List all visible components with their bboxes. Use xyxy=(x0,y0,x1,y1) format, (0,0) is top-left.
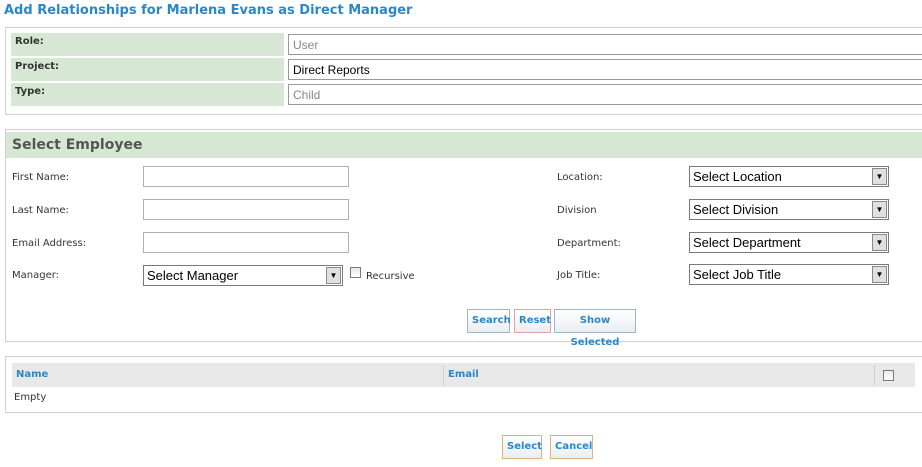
grid-empty-message: Empty xyxy=(14,392,47,403)
select-employee-header: Select Employee xyxy=(6,132,922,158)
project-label: Project: xyxy=(11,58,284,81)
last-name-label: Last Name: xyxy=(12,205,69,216)
division-select[interactable]: Select Division ▼ xyxy=(689,199,889,220)
first-name-label: First Name: xyxy=(12,172,70,183)
type-field: Child xyxy=(288,84,922,105)
show-selected-button[interactable]: Show Selected xyxy=(554,309,636,348)
role-label: Role: xyxy=(11,33,284,56)
job-title-select-value: Select Job Title xyxy=(693,267,782,282)
department-select[interactable]: Select Department ▼ xyxy=(689,232,889,253)
location-select-value: Select Location xyxy=(693,169,782,184)
type-label: Type: xyxy=(11,83,284,106)
email-address-input[interactable] xyxy=(143,232,349,253)
column-header-email[interactable]: Email xyxy=(448,363,479,387)
project-field: Direct Reports xyxy=(288,59,922,80)
recursive-label: Recursive xyxy=(366,271,415,282)
grid-header: Name Email xyxy=(12,363,915,387)
role-field: User xyxy=(288,34,922,55)
last-name-input[interactable] xyxy=(143,199,349,220)
location-select[interactable]: Select Location ▼ xyxy=(689,166,889,187)
cancel-button[interactable]: Cancel xyxy=(550,435,593,459)
project-row: Project: Direct Reports xyxy=(11,58,922,81)
role-row: Role: User xyxy=(11,33,922,56)
department-label: Department: xyxy=(557,238,621,249)
select-employee-panel: Select Employee First Name: Last Name: E… xyxy=(5,129,922,348)
job-title-label: Job Title: xyxy=(557,270,601,281)
first-name-input[interactable] xyxy=(143,166,349,187)
dropdown-arrow-icon: ▼ xyxy=(872,201,887,218)
dropdown-arrow-icon: ▼ xyxy=(872,168,887,185)
column-divider xyxy=(874,365,875,385)
column-divider xyxy=(443,365,444,385)
relationship-info-panel: Role: User Project: Direct Reports Type:… xyxy=(5,27,922,115)
results-grid: Name Email Empty xyxy=(5,356,922,413)
email-address-label: Email Address: xyxy=(12,238,87,249)
job-title-select[interactable]: Select Job Title ▼ xyxy=(689,264,889,285)
search-button[interactable]: Search xyxy=(467,309,511,333)
recursive-checkbox[interactable] xyxy=(350,267,361,278)
select-button[interactable]: Select xyxy=(502,435,542,459)
division-select-value: Select Division xyxy=(693,202,779,217)
location-label: Location: xyxy=(557,172,603,183)
department-select-value: Select Department xyxy=(693,235,801,250)
type-row: Type: Child xyxy=(11,83,922,106)
manager-select-value: Select Manager xyxy=(147,268,239,283)
dropdown-arrow-icon: ▼ xyxy=(872,266,887,283)
dropdown-arrow-icon: ▼ xyxy=(872,234,887,251)
manager-select[interactable]: Select Manager ▼ xyxy=(143,265,343,286)
page-title: Add Relationships for Marlena Evans as D… xyxy=(4,3,413,18)
division-label: Division xyxy=(557,205,597,216)
dropdown-arrow-icon: ▼ xyxy=(326,267,341,284)
manager-label: Manager: xyxy=(12,270,60,281)
column-header-name[interactable]: Name xyxy=(16,363,48,387)
select-all-checkbox[interactable] xyxy=(883,370,894,381)
reset-button[interactable]: Reset xyxy=(514,309,551,333)
